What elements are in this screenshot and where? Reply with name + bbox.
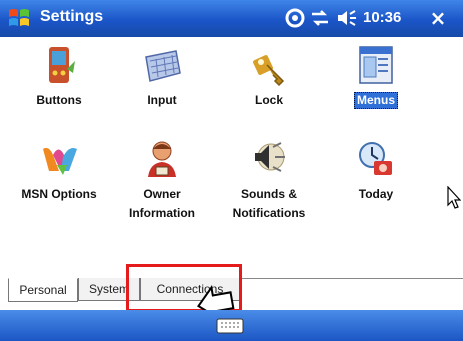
owner-information-icon — [148, 141, 176, 177]
title-bar: Settings 10:36 × — [0, 0, 463, 37]
clock-indicator-icon[interactable] — [283, 7, 307, 29]
settings-item-menus[interactable]: Menus — [321, 43, 431, 109]
tab-personal[interactable]: Personal — [8, 278, 78, 302]
settings-item-label: Menus — [353, 92, 398, 109]
settings-item-label: MSN Options — [21, 187, 97, 201]
settings-item-input[interactable]: Input — [107, 43, 217, 108]
settings-item-lock[interactable]: Lock — [214, 43, 324, 108]
settings-item-label-line2: Notifications — [232, 206, 306, 220]
page-title: Settings — [40, 8, 104, 25]
speaker-icon[interactable] — [336, 7, 358, 29]
settings-item-label-line1: Owner — [143, 187, 181, 201]
sounds-notifications-icon — [255, 142, 285, 172]
msn-options-icon — [43, 147, 77, 175]
buttons-icon — [49, 47, 75, 83]
settings-item-label-line2: Information — [129, 206, 195, 220]
settings-item-label-line1: Sounds & — [241, 187, 297, 201]
settings-item-buttons[interactable]: Buttons — [4, 43, 114, 108]
settings-item-owner-information[interactable]: Owner Information — [107, 137, 217, 221]
settings-item-label: Input — [147, 93, 177, 107]
windows-start-icon[interactable] — [6, 6, 32, 30]
menus-icon — [359, 46, 393, 84]
settings-item-today[interactable]: Today — [321, 137, 431, 202]
clock-time[interactable]: 10:36 — [363, 9, 401, 26]
close-button[interactable]: × — [425, 6, 451, 30]
lock-icon — [253, 55, 285, 87]
connectivity-icon[interactable] — [309, 7, 331, 29]
settings-item-sounds-notifications[interactable]: Sounds & Notifications — [214, 137, 324, 221]
bottom-bar — [0, 310, 463, 341]
arrow-cursor-icon — [447, 185, 462, 214]
settings-item-label: Buttons — [36, 93, 82, 107]
today-icon — [359, 142, 392, 175]
input-icon — [145, 50, 181, 82]
settings-icon-grid: Buttons Input Lock Menus MSN Options Own… — [0, 37, 463, 270]
settings-item-msn-options[interactable]: MSN Options — [4, 137, 114, 202]
settings-item-label: Today — [358, 187, 394, 201]
settings-item-label: Lock — [254, 93, 283, 107]
keyboard-icon[interactable] — [215, 314, 245, 336]
